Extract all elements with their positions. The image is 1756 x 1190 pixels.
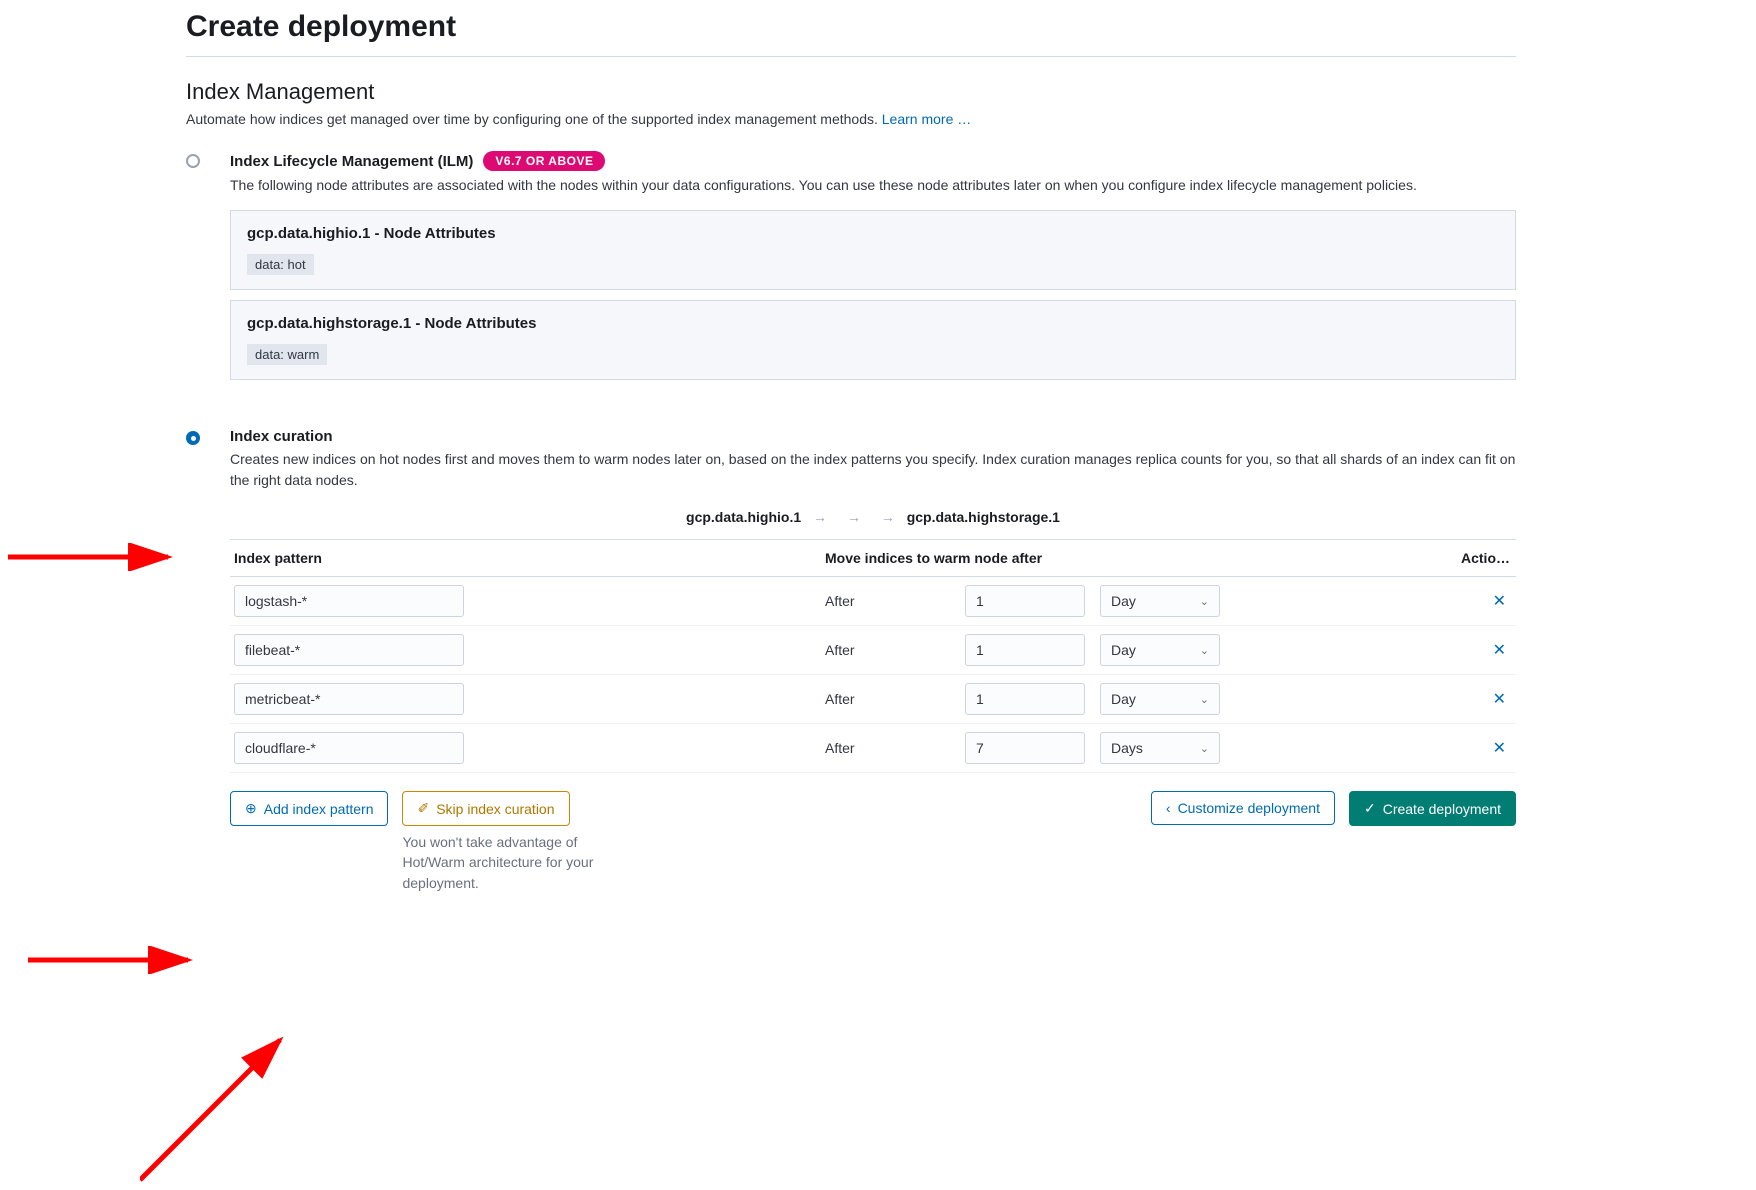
skip-index-curation-button[interactable]: ✐ Skip index curation: [402, 791, 569, 826]
section-subtitle: Automate how indices get managed over ti…: [186, 111, 1516, 127]
index-pattern-input[interactable]: [234, 585, 464, 617]
move-after-number-input[interactable]: [965, 634, 1085, 666]
after-label: After: [825, 691, 855, 707]
move-after-number-input[interactable]: [965, 585, 1085, 617]
curation-label: Index curation: [230, 428, 333, 445]
move-after-unit-select[interactable]: Day⌄: [1100, 683, 1220, 715]
annotation-arrow-add-pattern: [140, 1030, 310, 1190]
node-attr-title: gcp.data.highstorage.1 - Node Attributes: [247, 315, 1499, 332]
delete-row-button[interactable]: ✕: [1493, 591, 1506, 611]
th-index-pattern: Index pattern: [230, 550, 825, 566]
node-attr-tag: data: warm: [247, 344, 327, 365]
plus-circle-icon: ⊕: [245, 800, 257, 817]
move-after-unit-select[interactable]: Day⌄: [1100, 634, 1220, 666]
chevron-down-icon: ⌄: [1200, 595, 1209, 608]
annotation-arrow-cloudflare-row: [28, 946, 208, 974]
delete-row-button[interactable]: ✕: [1493, 640, 1506, 660]
flow-from: gcp.data.highio.1: [686, 509, 801, 525]
customize-deployment-label: Customize deployment: [1178, 800, 1320, 816]
move-after-number-input[interactable]: [965, 683, 1085, 715]
chevron-left-icon: ‹: [1166, 800, 1171, 816]
add-index-pattern-button[interactable]: ⊕ Add index pattern: [230, 791, 388, 826]
create-deployment-button[interactable]: ✓ Create deployment: [1349, 791, 1516, 826]
customize-deployment-button[interactable]: ‹ Customize deployment: [1151, 791, 1335, 825]
skip-note: You won't take advantage of Hot/Warm arc…: [402, 832, 622, 893]
version-badge: V6.7 OR ABOVE: [483, 151, 605, 171]
chevron-down-icon: ⌄: [1200, 644, 1209, 657]
annotation-arrow-curation: [8, 543, 188, 571]
table-row: After Day⌄ ✕: [230, 577, 1516, 626]
table-row: After Days⌄ ✕: [230, 724, 1516, 773]
ilm-description: The following node attributes are associ…: [230, 175, 1516, 196]
chevron-down-icon: ⌄: [1200, 742, 1209, 755]
index-pattern-input[interactable]: [234, 732, 464, 764]
arrow-right-icon: →: [847, 509, 861, 525]
page-title: Create deployment: [186, 10, 1516, 44]
delete-row-button[interactable]: ✕: [1493, 738, 1506, 758]
title-divider: [186, 56, 1516, 57]
delete-row-button[interactable]: ✕: [1493, 689, 1506, 709]
ilm-label: Index Lifecycle Management (ILM): [230, 153, 473, 170]
move-after-unit-select[interactable]: Day⌄: [1100, 585, 1220, 617]
radio-ilm[interactable]: [186, 154, 200, 168]
radio-index-curation[interactable]: [186, 431, 200, 445]
after-label: After: [825, 642, 855, 658]
curation-description: Creates new indices on hot nodes first a…: [230, 449, 1516, 491]
table-row: After Day⌄ ✕: [230, 675, 1516, 724]
node-attributes-box: gcp.data.highio.1 - Node Attributes data…: [230, 210, 1516, 290]
index-pattern-table: Index pattern Move indices to warm node …: [230, 539, 1516, 773]
index-pattern-input[interactable]: [234, 683, 464, 715]
node-attributes-box: gcp.data.highstorage.1 - Node Attributes…: [230, 300, 1516, 380]
after-label: After: [825, 593, 855, 609]
arrow-right-icon: →: [813, 509, 827, 525]
curation-flow: gcp.data.highio.1 → → → gcp.data.highsto…: [230, 509, 1516, 525]
eraser-icon: ✐: [417, 800, 429, 817]
table-row: After Day⌄ ✕: [230, 626, 1516, 675]
th-move-after: Move indices to warm node after: [825, 550, 1425, 566]
check-icon: ✓: [1364, 800, 1376, 817]
arrow-right-icon: →: [881, 509, 895, 525]
th-actions: Actio…: [1425, 550, 1516, 566]
move-after-unit-select[interactable]: Days⌄: [1100, 732, 1220, 764]
node-attr-tag: data: hot: [247, 254, 314, 275]
create-deployment-label: Create deployment: [1383, 801, 1501, 817]
move-after-number-input[interactable]: [965, 732, 1085, 764]
index-pattern-input[interactable]: [234, 634, 464, 666]
chevron-down-icon: ⌄: [1200, 693, 1209, 706]
section-subtitle-text: Automate how indices get managed over ti…: [186, 111, 882, 127]
node-attr-title: gcp.data.highio.1 - Node Attributes: [247, 225, 1499, 242]
skip-index-curation-label: Skip index curation: [436, 801, 554, 817]
add-index-pattern-label: Add index pattern: [264, 801, 374, 817]
after-label: After: [825, 740, 855, 756]
flow-to: gcp.data.highstorage.1: [907, 509, 1060, 525]
section-title: Index Management: [186, 79, 1516, 105]
learn-more-link[interactable]: Learn more …: [882, 111, 971, 127]
